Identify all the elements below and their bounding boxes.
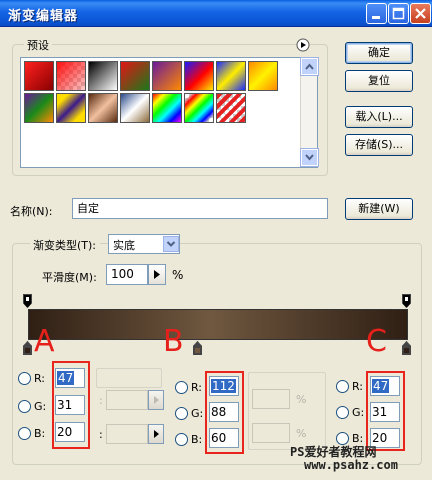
opacity-frame (96, 368, 162, 388)
preset-blue-red-yellow-gradient[interactable] (184, 61, 214, 91)
preset-spectrum-gradient[interactable] (152, 93, 182, 123)
opacity-colon: : (99, 394, 103, 407)
preset-copper-gradient[interactable] (88, 93, 118, 123)
minimize-icon (372, 16, 380, 19)
opacity-input (106, 390, 148, 410)
radio-r-c[interactable] (336, 380, 349, 393)
hsb-field-1 (252, 389, 290, 409)
preset-violet-green-orange-gradient[interactable] (24, 93, 54, 123)
presets-label: 预设 (24, 37, 52, 53)
radio-g-a[interactable] (18, 400, 31, 413)
maximize-button[interactable] (388, 3, 409, 24)
gradient-type-select[interactable]: 实底 (108, 234, 180, 254)
name-label: 名称(N): (10, 205, 53, 218)
preset-red-green-gradient[interactable] (120, 61, 150, 91)
label-r-c: R: (352, 380, 364, 393)
preset-transparent-stripes-gradient[interactable] (216, 93, 246, 123)
radio-b-a[interactable] (18, 427, 31, 440)
smoothness-percent: % (172, 268, 184, 282)
close-button[interactable] (410, 3, 431, 24)
minimize-button[interactable] (366, 3, 387, 24)
location-slider-button[interactable] (148, 424, 164, 444)
label-g-b: G: (191, 407, 204, 420)
smoothness-input[interactable]: 100 (106, 264, 148, 285)
preset-black-white-gradient[interactable] (88, 61, 118, 91)
label-r-b: R: (191, 381, 203, 394)
hsb-field-2 (252, 423, 290, 443)
triangle-right-icon (154, 430, 159, 438)
label-g-a: G: (34, 400, 47, 413)
chevron-down-icon (166, 241, 176, 247)
smoothness-label: 平滑度(M): (42, 271, 97, 284)
r-input-c[interactable]: 47 (370, 376, 400, 396)
g-input-c[interactable]: 31 (370, 402, 400, 422)
label-b-c: B: (352, 432, 364, 445)
triangle-right-icon (154, 396, 159, 404)
radio-r-b[interactable] (175, 381, 188, 394)
label-b-a: B: (34, 427, 46, 440)
g-input-b[interactable]: 88 (209, 402, 239, 422)
b-input-b[interactable]: 60 (209, 428, 239, 448)
save-button[interactable]: 存储(S)... (345, 134, 413, 156)
preset-transparent-rainbow-gradient[interactable] (184, 93, 214, 123)
watermark: PS爱好者教程网 www.psahz.com (290, 446, 398, 472)
ok-button[interactable]: 确定 (345, 42, 413, 64)
preset-blue-yellow-blue-gradient[interactable] (216, 61, 246, 91)
name-input[interactable]: 自定 (72, 198, 328, 219)
maximize-icon (392, 7, 405, 20)
preset-yellow-violet-gradient[interactable] (56, 93, 86, 123)
hsb-percent-2: % (296, 427, 307, 440)
radio-b-b[interactable] (175, 433, 188, 446)
new-button[interactable]: 新建(W) (345, 198, 413, 220)
title-bar: 渐变编辑器 (0, 0, 432, 27)
gradient-type-value: 实底 (113, 239, 135, 252)
close-icon (415, 8, 426, 19)
gradient-preview-bar[interactable] (28, 309, 408, 340)
preset-violet-orange-gradient[interactable] (152, 61, 182, 91)
scroll-up-button[interactable] (300, 57, 319, 76)
location-input (106, 424, 148, 444)
preset-swatch-panel (20, 57, 318, 168)
radio-b-c[interactable] (336, 432, 349, 445)
chevron-up-icon (305, 63, 314, 70)
preset-red-transparent-checker[interactable] (56, 61, 86, 91)
preset-scrollbar[interactable] (300, 57, 319, 167)
load-button[interactable]: 载入(L)... (345, 106, 413, 128)
watermark-line2: www.psahz.com (304, 458, 398, 472)
radio-g-c[interactable] (336, 406, 349, 419)
annotation-letter-a: A (34, 324, 55, 359)
annotation-letter-b: B (163, 324, 184, 359)
chevron-down-icon (305, 154, 314, 161)
smoothness-slider-button[interactable] (148, 264, 166, 285)
g-input-a[interactable]: 31 (55, 395, 85, 415)
radio-r-a[interactable] (18, 372, 31, 385)
preset-red-gradient[interactable] (24, 61, 54, 91)
window-title: 渐变编辑器 (8, 9, 79, 24)
annotation-letter-c: C (366, 324, 387, 359)
r-input-b[interactable]: 112 (209, 376, 239, 396)
preset-orange-yellow-orange-gradient[interactable] (248, 61, 278, 91)
label-g-c: G: (352, 406, 365, 419)
r-input-a[interactable]: 47 (55, 368, 85, 388)
hsb-percent-1: % (296, 393, 307, 406)
b-input-a[interactable]: 20 (55, 422, 85, 442)
gradient-type-label: 渐变类型(T): (30, 237, 101, 253)
radio-g-b[interactable] (175, 407, 188, 420)
reset-button[interactable]: 复位 (345, 70, 413, 92)
scroll-down-button[interactable] (300, 148, 319, 167)
label-b-b: B: (191, 433, 203, 446)
presets-menu-arrow-icon[interactable] (296, 38, 310, 52)
preset-chrome-gradient[interactable] (120, 93, 150, 123)
triangle-right-icon (154, 270, 160, 279)
location-colon: : (99, 428, 103, 441)
gradient-type-dropdown-button[interactable] (163, 236, 179, 252)
opacity-slider-button (148, 390, 164, 410)
label-r-a: R: (34, 372, 46, 385)
